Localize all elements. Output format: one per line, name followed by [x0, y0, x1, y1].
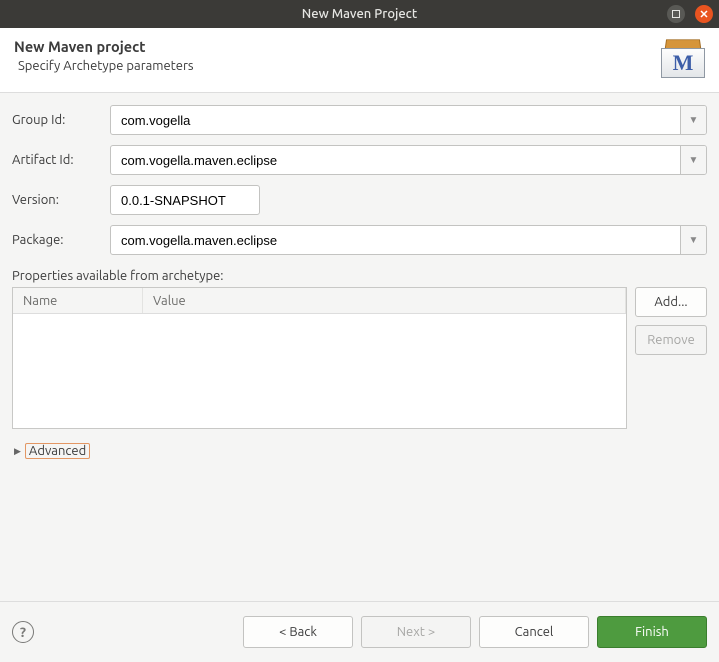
remove-button: Remove: [635, 325, 707, 355]
artifact-id-label: Artifact Id:: [12, 153, 102, 167]
page-subtitle: Specify Archetype parameters: [18, 59, 194, 73]
artifact-id-input[interactable]: [111, 146, 680, 174]
artifact-id-combo[interactable]: ▼: [110, 145, 707, 175]
page-title: New Maven project: [14, 38, 194, 55]
window-title: New Maven Project: [302, 7, 417, 21]
maven-icon: M: [661, 38, 705, 78]
chevron-right-icon[interactable]: ▶: [14, 446, 21, 457]
group-id-combo[interactable]: ▼: [110, 105, 707, 135]
package-input[interactable]: [111, 226, 680, 254]
cancel-button[interactable]: Cancel: [479, 616, 589, 648]
table-header: Name Value: [13, 288, 626, 314]
version-combo[interactable]: ▼: [110, 185, 260, 215]
next-button: Next >: [361, 616, 471, 648]
table-body[interactable]: [13, 314, 626, 428]
button-bar: ? < Back Next > Cancel Finish: [0, 601, 719, 662]
version-label: Version:: [12, 193, 102, 207]
group-id-input[interactable]: [111, 106, 680, 134]
properties-table[interactable]: Name Value: [12, 287, 627, 429]
close-icon[interactable]: [695, 5, 713, 23]
form-area: Group Id: ▼ Artifact Id: ▼ Version: ▼ Pa…: [0, 93, 719, 601]
package-label: Package:: [12, 233, 102, 247]
package-combo[interactable]: ▼: [110, 225, 707, 255]
properties-heading: Properties available from archetype:: [12, 269, 707, 283]
column-name[interactable]: Name: [13, 288, 143, 313]
column-value[interactable]: Value: [143, 288, 626, 313]
titlebar: New Maven Project: [0, 0, 719, 28]
wizard-header: New Maven project Specify Archetype para…: [0, 28, 719, 93]
help-icon[interactable]: ?: [12, 621, 34, 643]
back-button[interactable]: < Back: [243, 616, 353, 648]
chevron-down-icon[interactable]: ▼: [680, 146, 706, 174]
group-id-label: Group Id:: [12, 113, 102, 127]
add-button[interactable]: Add...: [635, 287, 707, 317]
finish-button[interactable]: Finish: [597, 616, 707, 648]
version-input[interactable]: [111, 186, 260, 214]
chevron-down-icon[interactable]: ▼: [680, 226, 706, 254]
maximize-icon[interactable]: [667, 5, 685, 23]
advanced-toggle[interactable]: Advanced: [25, 443, 90, 459]
chevron-down-icon[interactable]: ▼: [680, 106, 706, 134]
